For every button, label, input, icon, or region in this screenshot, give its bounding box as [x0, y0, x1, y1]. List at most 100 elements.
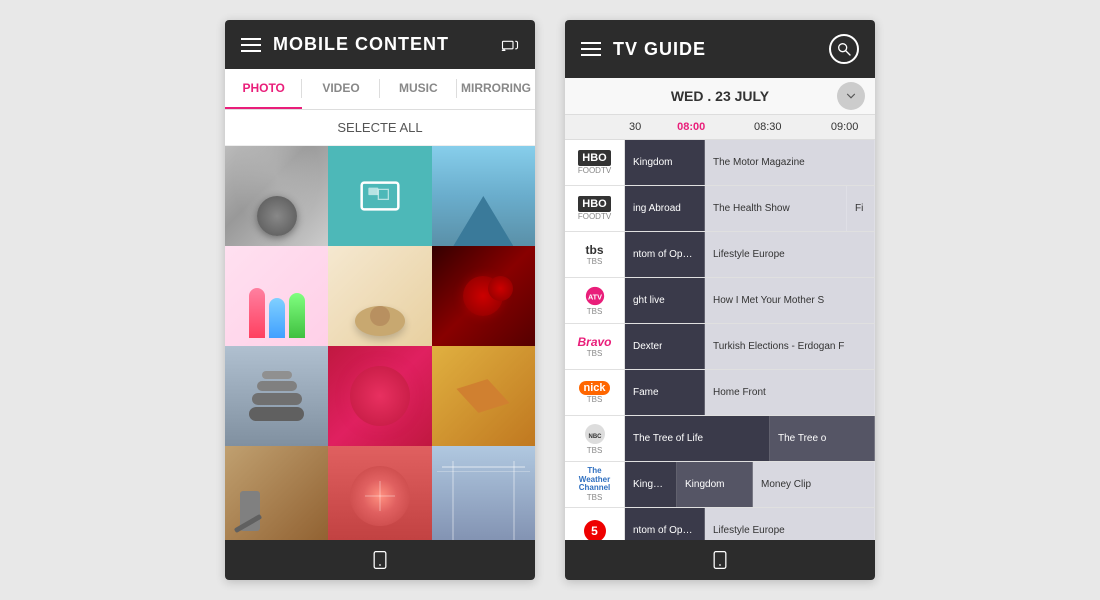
time-0830: 08:30 — [750, 115, 827, 139]
bravo-sub: TBS — [587, 349, 603, 358]
photo-cell-1[interactable] — [225, 146, 328, 246]
program-label: Home Front — [713, 387, 766, 398]
photo-cell-3[interactable] — [432, 146, 535, 246]
program-label: The Motor Magazine — [713, 157, 805, 168]
program-label: Lifestyle Europe — [713, 249, 785, 260]
program-label: The Health Show — [713, 203, 790, 214]
cast-icon[interactable] — [501, 36, 519, 54]
program-label: ntom of Opera — [633, 249, 696, 260]
tv-header: TV GUIDE — [565, 20, 875, 78]
photo-cell-10[interactable] — [225, 446, 328, 540]
program-fish[interactable]: Fi — [847, 186, 875, 231]
program-dexter[interactable]: Dexter — [625, 324, 705, 369]
program-abroad[interactable]: ing Abroad — [625, 186, 705, 231]
program-motor-magazine[interactable]: The Motor Magazine — [705, 140, 875, 185]
program-night-live[interactable]: ght live — [625, 278, 705, 323]
program-label: Fi — [855, 203, 863, 214]
atv-programs: ght live How I Met Your Mother S — [625, 278, 875, 323]
program-fame[interactable]: Fame — [625, 370, 705, 415]
hbo1-logo: HBO — [578, 150, 610, 166]
weather-programs: Kingdom Kingdom Money Clip — [625, 462, 875, 507]
program-label: Dexter — [633, 341, 662, 352]
channel-bravo: Bravo TBS — [565, 324, 625, 369]
tv-device-icon — [710, 550, 730, 570]
program-kingdom-1[interactable]: Kingdom — [625, 140, 705, 185]
photo-cell-12[interactable] — [432, 446, 535, 540]
program-health-show[interactable]: The Health Show — [705, 186, 847, 231]
program-label: Money Clip — [761, 479, 811, 490]
search-button[interactable] — [829, 34, 859, 64]
tv-footer — [565, 540, 875, 580]
guide-row-atv: ATV TBS ght live How I Met Your Mother S — [565, 278, 875, 324]
hbo2-sub: FOODTV — [578, 212, 611, 221]
channel-nick: nick TBS — [565, 370, 625, 415]
select-all-label: SELECTE ALL — [337, 120, 422, 135]
channel-weather: TheWeatherChannel TBS — [565, 462, 625, 507]
guide-row-weather: TheWeatherChannel TBS Kingdom Kingdom Mo… — [565, 462, 875, 508]
program-turkish[interactable]: Turkish Elections - Erdogan F — [705, 324, 875, 369]
bravo-programs: Dexter Turkish Elections - Erdogan F — [625, 324, 875, 369]
program-phantom1[interactable]: ntom of Opera — [625, 232, 705, 277]
mobile-header-icons — [501, 36, 519, 54]
program-tree-of-life-2[interactable]: The Tree o — [770, 416, 875, 461]
program-label: Fame — [633, 387, 659, 398]
program-label: How I Met Your Mother S — [713, 295, 824, 306]
tbs1-programs: ntom of Opera Lifestyle Europe — [625, 232, 875, 277]
photo-cell-9[interactable] — [432, 346, 535, 446]
program-lifestyle1[interactable]: Lifestyle Europe — [705, 232, 875, 277]
program-label: Turkish Elections - Erdogan F — [713, 341, 844, 352]
nbc-sub: TBS — [587, 446, 603, 455]
photo-cell-8[interactable] — [328, 346, 431, 446]
program-label: Kingdom — [633, 157, 672, 168]
tab-video[interactable]: VIDEO — [302, 69, 379, 109]
hbo2-logo: HBO — [578, 196, 610, 212]
atv-sub: TBS — [587, 307, 603, 316]
hbo2-programs: ing Abroad The Health Show Fi — [625, 186, 875, 231]
time-0800: 08:00 — [673, 115, 750, 139]
photo-cell-2[interactable] — [328, 146, 431, 246]
tab-mirroring[interactable]: MIRRORING — [457, 69, 535, 109]
program-money-clip[interactable]: Money Clip — [753, 462, 875, 507]
time-30: 30 — [625, 115, 673, 139]
atv-logo-icon: ATV — [584, 285, 606, 307]
photo-cell-7[interactable] — [225, 346, 328, 446]
tv-panel: TV GUIDE WED . 23 JULY 30 08:00 — [565, 20, 875, 580]
tv-hamburger-icon[interactable] — [581, 42, 601, 56]
program-home-front[interactable]: Home Front — [705, 370, 875, 415]
nick-programs: Fame Home Front — [625, 370, 875, 415]
program-phantom2[interactable]: ntom of Opera — [625, 508, 705, 540]
weather-sub: TBS — [587, 493, 603, 502]
channel-atv: ATV TBS — [565, 278, 625, 323]
svg-text:ATV: ATV — [587, 293, 601, 302]
program-kingdom-2[interactable]: Kingdom — [625, 462, 677, 507]
photo-grid — [225, 146, 535, 540]
guide-row-nbc: NBC TBS The Tree of Life The Tree o — [565, 416, 875, 462]
time-slots: 30 08:00 08:30 09:00 — [625, 115, 875, 139]
tbs1-sub: TBS — [587, 257, 603, 266]
photo-cell-4[interactable] — [225, 246, 328, 346]
tab-music[interactable]: MUSIC — [380, 69, 457, 109]
photo-cell-11[interactable] — [328, 446, 431, 540]
tab-photo[interactable]: PHOTO — [225, 69, 302, 109]
hamburger-menu-icon[interactable] — [241, 38, 261, 52]
time-0900: 09:00 — [827, 115, 875, 139]
tv-title: TV GUIDE — [613, 39, 817, 60]
program-kingdom-3[interactable]: Kingdom — [677, 462, 753, 507]
date-bar: WED . 23 JULY — [565, 78, 875, 115]
mobile-footer — [225, 540, 535, 580]
date-nav-button[interactable] — [837, 82, 865, 110]
channel-tbs1: tbs TBS — [565, 232, 625, 277]
program-tree-of-life[interactable]: The Tree of Life — [625, 416, 770, 461]
time-header-spacer — [565, 115, 625, 139]
program-how-met[interactable]: How I Met Your Mother S — [705, 278, 875, 323]
mobile-panel: MOBILE CONTENT PHOTO VIDEO MUSIC MIRRORI… — [225, 20, 535, 580]
channel-hbo1: HBO FOODTV — [565, 140, 625, 185]
program-lifestyle2[interactable]: Lifestyle Europe — [705, 508, 875, 540]
mobile-title: MOBILE CONTENT — [273, 34, 489, 55]
channel-ch5: 5 — [565, 508, 625, 540]
tbs1-logo: tbs — [586, 243, 604, 257]
nbc-programs: The Tree of Life The Tree o — [625, 416, 875, 461]
photo-cell-5[interactable] — [328, 246, 431, 346]
select-all-bar[interactable]: SELECTE ALL — [225, 110, 535, 146]
photo-cell-6[interactable] — [432, 246, 535, 346]
